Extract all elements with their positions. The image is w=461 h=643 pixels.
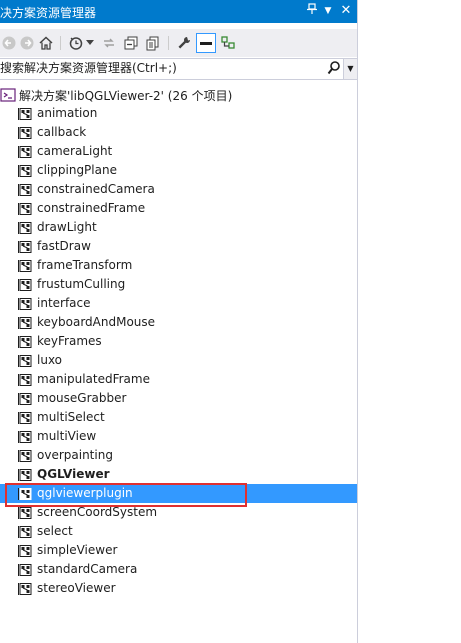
project-label: qglviewerplugin xyxy=(37,486,133,500)
class-view-icon[interactable] xyxy=(219,34,237,52)
project-label: keyFrames xyxy=(37,334,102,348)
project-node[interactable]: simpleViewer xyxy=(0,541,357,560)
project-node[interactable]: keyFrames xyxy=(0,332,357,351)
show-all-files-icon[interactable] xyxy=(144,34,162,52)
search-icon[interactable] xyxy=(327,60,341,79)
search-options-dropdown-icon[interactable]: ▼ xyxy=(343,59,357,79)
project-node[interactable]: keyboardAndMouse xyxy=(0,313,357,332)
project-label: keyboardAndMouse xyxy=(37,315,156,329)
history-dropdown-icon[interactable] xyxy=(85,34,95,52)
project-node[interactable]: drawLight xyxy=(0,218,357,237)
project-label: select xyxy=(37,524,73,538)
collapse-all-icon[interactable] xyxy=(122,34,140,52)
title-bar: 决方案资源管理器 ▼ ✕ xyxy=(0,0,357,23)
search-input[interactable] xyxy=(0,59,320,77)
project-node[interactable]: screenCoordSystem xyxy=(0,503,357,522)
project-label: callback xyxy=(37,125,87,139)
project-node[interactable]: constrainedCamera xyxy=(0,180,357,199)
pin-icon[interactable] xyxy=(304,3,320,19)
project-node[interactable]: mouseGrabber xyxy=(0,389,357,408)
history-icon[interactable] xyxy=(67,34,85,52)
close-icon[interactable]: ✕ xyxy=(338,3,354,19)
project-node[interactable]: callback xyxy=(0,123,357,142)
solution-explorer-panel: 决方案资源管理器 ▼ ✕ 搜索解决方案资源管理器(Ctrl+;) ▼ 解决方案'… xyxy=(0,0,358,643)
project-label: mouseGrabber xyxy=(37,391,127,405)
home-icon[interactable] xyxy=(37,34,55,52)
project-node[interactable]: select xyxy=(0,522,357,541)
project-label: simpleViewer xyxy=(37,543,118,557)
project-node[interactable]: animation xyxy=(0,104,357,123)
project-node[interactable]: overpainting xyxy=(0,446,357,465)
project-label: luxo xyxy=(37,353,63,367)
preview-selected-icon[interactable] xyxy=(196,33,216,53)
toolbar xyxy=(0,29,357,57)
project-label: drawLight xyxy=(37,220,97,234)
toolbar-separator xyxy=(60,36,61,50)
project-node[interactable]: multiSelect xyxy=(0,408,357,427)
project-label: multiView xyxy=(37,429,97,443)
cpp-project-icon xyxy=(17,581,33,600)
solution-node[interactable]: 解决方案'libQGLViewer-2' (26 个项目) xyxy=(0,85,357,104)
project-node[interactable]: standardCamera xyxy=(0,560,357,579)
project-label: cameraLight xyxy=(37,144,113,158)
background-area xyxy=(358,0,461,643)
project-label: constrainedFrame xyxy=(37,201,146,215)
properties-wrench-icon[interactable] xyxy=(175,34,193,52)
project-node[interactable]: frameTransform xyxy=(0,256,357,275)
project-node[interactable]: clippingPlane xyxy=(0,161,357,180)
toolbar-separator xyxy=(168,36,169,50)
project-label: overpainting xyxy=(37,448,113,462)
project-label: stereoViewer xyxy=(37,581,116,595)
back-icon[interactable] xyxy=(0,34,18,52)
project-label: multiSelect xyxy=(37,410,105,424)
project-node[interactable]: frustumCulling xyxy=(0,275,357,294)
window-position-dropdown-icon[interactable]: ▼ xyxy=(320,3,336,19)
project-node[interactable]: cameraLight xyxy=(0,142,357,161)
sync-icon[interactable] xyxy=(100,34,118,52)
solution-label: 解决方案'libQGLViewer-2' (26 个项目) xyxy=(19,89,233,103)
project-node[interactable]: qglviewerplugin xyxy=(0,484,357,503)
project-label: fastDraw xyxy=(37,239,91,253)
project-label: standardCamera xyxy=(37,562,138,576)
panel-title: 决方案资源管理器 xyxy=(0,6,97,20)
project-node[interactable]: stereoViewer xyxy=(0,579,357,598)
project-label: clippingPlane xyxy=(37,163,117,177)
project-node[interactable]: multiView xyxy=(0,427,357,446)
project-label: constrainedCamera xyxy=(37,182,155,196)
forward-icon[interactable] xyxy=(18,34,36,52)
project-node[interactable]: luxo xyxy=(0,351,357,370)
project-node[interactable]: constrainedFrame xyxy=(0,199,357,218)
project-label: frameTransform xyxy=(37,258,133,272)
project-node[interactable]: QGLViewer xyxy=(0,465,357,484)
project-label: manipulatedFrame xyxy=(37,372,150,386)
project-label: interface xyxy=(37,296,91,310)
search-bar: ▼ xyxy=(0,58,357,80)
project-label: frustumCulling xyxy=(37,277,126,291)
project-label: screenCoordSystem xyxy=(37,505,158,519)
project-label: animation xyxy=(37,106,98,120)
project-node[interactable]: manipulatedFrame xyxy=(0,370,357,389)
project-node[interactable]: interface xyxy=(0,294,357,313)
project-node[interactable]: fastDraw xyxy=(0,237,357,256)
project-label: QGLViewer xyxy=(37,467,110,481)
